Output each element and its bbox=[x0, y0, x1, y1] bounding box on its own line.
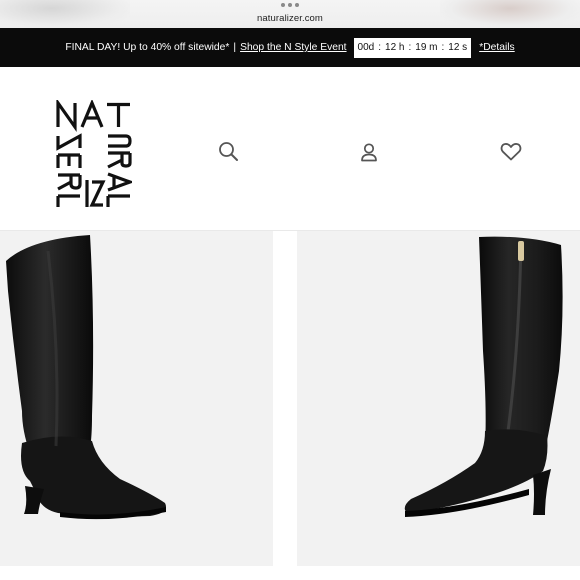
promo-banner: FINAL DAY! Up to 40% off sitewide* | Sho… bbox=[0, 28, 580, 67]
countdown-hours: 12 h bbox=[385, 42, 405, 53]
naturalizer-logo-mark bbox=[56, 97, 135, 207]
countdown-colon: : bbox=[441, 42, 445, 53]
boot-zipper-view-image bbox=[404, 236, 563, 517]
heart-icon[interactable] bbox=[499, 139, 523, 163]
shop-event-link[interactable]: Shop the N Style Event bbox=[240, 42, 346, 53]
more-options-icon[interactable] bbox=[281, 3, 299, 7]
search-icon[interactable] bbox=[217, 140, 241, 164]
naturalizer-logo[interactable] bbox=[56, 97, 135, 210]
promo-message: FINAL DAY! Up to 40% off sitewide* bbox=[65, 42, 230, 53]
countdown-seconds: 12 s bbox=[448, 42, 468, 53]
details-link[interactable]: *Details bbox=[479, 42, 514, 53]
product-grid bbox=[0, 231, 580, 580]
account-icon[interactable] bbox=[357, 140, 381, 164]
product-image-left[interactable] bbox=[0, 231, 273, 566]
countdown-colon: : bbox=[408, 42, 412, 53]
url-text[interactable]: naturalizer.com bbox=[0, 13, 580, 24]
boot-side-view-image bbox=[6, 235, 166, 520]
promo-separator: | bbox=[233, 42, 237, 53]
countdown-colon: : bbox=[378, 42, 382, 53]
countdown-days: 00d bbox=[357, 42, 375, 53]
site-header bbox=[0, 67, 580, 231]
product-image-right[interactable] bbox=[297, 231, 580, 566]
browser-address-bar: naturalizer.com bbox=[0, 0, 580, 28]
countdown-minutes: 19 m bbox=[415, 42, 438, 53]
countdown-timer: 00d : 12 h : 19 m : 12 s bbox=[353, 37, 472, 58]
